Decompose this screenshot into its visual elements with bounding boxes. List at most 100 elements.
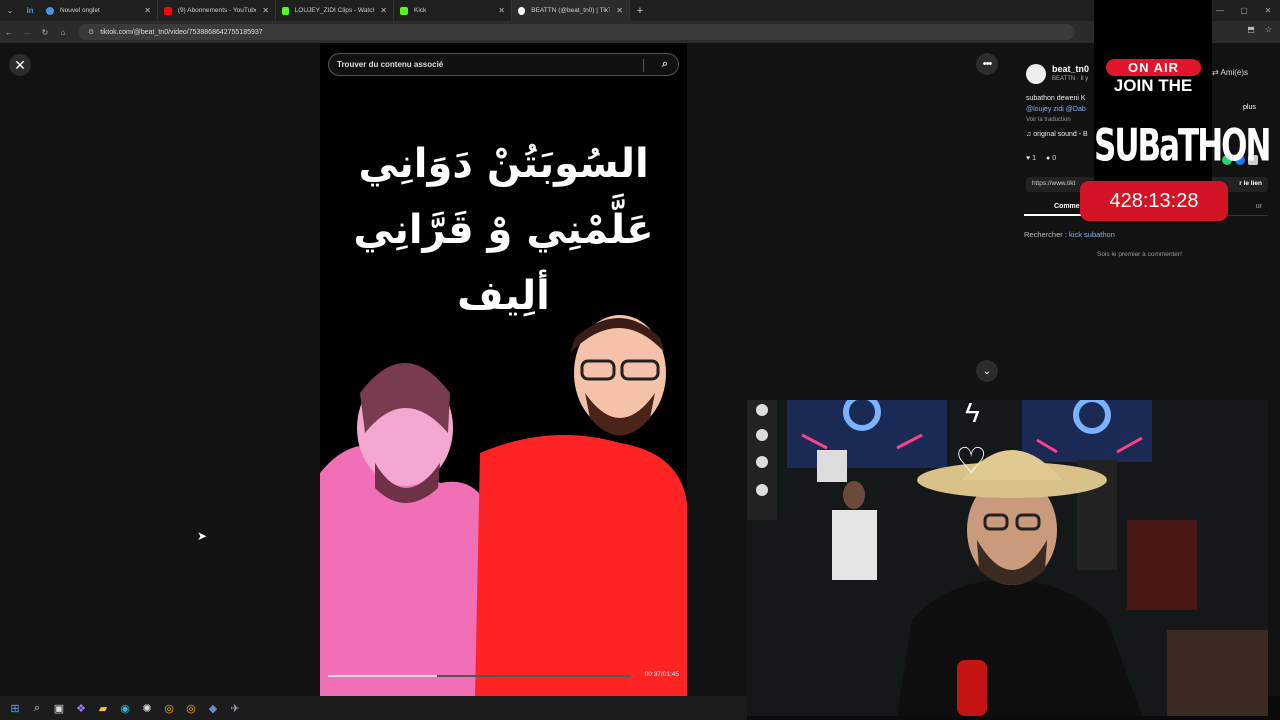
discord-icon[interactable]: ◆ (202, 697, 224, 719)
caption-line: عَلَّمْنِي وْ قَرَّانِي (353, 207, 654, 253)
sound-name[interactable]: original sound - B (1033, 131, 1087, 138)
search-icon[interactable]: ⌕ (26, 697, 48, 719)
video-time: 00:37/01:45 (644, 671, 679, 678)
avatar[interactable] (1026, 64, 1046, 84)
close-tab-icon[interactable]: ✕ (262, 6, 269, 15)
like-count: 1 (1032, 155, 1037, 162)
mouse-cursor-icon: ➤ (197, 529, 208, 543)
related-search: Rechercher : kick subathon (1024, 230, 1115, 239)
windows-start-icon[interactable]: ⊞ (4, 697, 26, 719)
webcam-overlay (747, 400, 1268, 716)
tab-title: (9) Abonnements - YouTube (177, 7, 257, 14)
music-note-icon: ♫ (1026, 131, 1032, 138)
chevron-down-icon: ⌄ (982, 365, 992, 377)
close-tab-icon[interactable]: ✕ (498, 6, 505, 15)
steam-icon[interactable]: ✈ (224, 697, 246, 719)
maximize-icon[interactable]: ▢ (1232, 0, 1256, 21)
tiktok-favicon-icon (518, 6, 526, 15)
browser-tab-1[interactable]: Nouvel onglet ✕ (40, 0, 158, 21)
close-icon: ✕ (14, 56, 26, 73)
install-app-icon[interactable]: ⬒ (1247, 25, 1255, 34)
tab-title: Nouvel onglet (60, 7, 100, 14)
tab-title: BEATTN (@beat_tn0) | TikTok (531, 7, 611, 14)
comment-count: 0 (1052, 155, 1057, 162)
chatgpt-icon[interactable]: ✺ (136, 697, 158, 719)
chrome-icon[interactable]: ◎ (158, 697, 180, 719)
video-frame-image (320, 315, 687, 696)
ellipsis-icon: ••• (982, 58, 993, 70)
browser-tab-3[interactable]: LOUJEY_ZIDI Clips - Watch Live ✕ (276, 0, 394, 21)
browser-tab-2[interactable]: (9) Abonnements - YouTube ✕ (158, 0, 276, 21)
heart-icon: ♥ (1026, 155, 1031, 162)
close-video-button[interactable]: ✕ (9, 54, 31, 76)
join-the-text: JOIN THE (1113, 76, 1193, 95)
close-window-icon[interactable]: ✕ (1256, 0, 1280, 21)
forward-icon[interactable]: → (18, 28, 36, 37)
tab-title: Kick (414, 7, 427, 14)
lightning-icon: ϟ (965, 397, 980, 428)
on-air-badge: ON AIR (1106, 59, 1201, 76)
tab-comments[interactable]: Comme (1054, 203, 1080, 210)
search-divider (643, 59, 644, 72)
video-caption-overlay: السُوبَتُنْ دَوَانِي عَلَّمْنِي وْ قَرَّ… (320, 131, 687, 329)
home-icon[interactable]: ⌂ (54, 28, 72, 37)
tab-creator-videos[interactable]: ur (1256, 203, 1262, 210)
window-controls: — ▢ ✕ (1208, 0, 1280, 21)
friends-label: Ami(e)s (1220, 68, 1249, 77)
tab-title: LOUJEY_ZIDI Clips - Watch Live (294, 7, 375, 14)
address-bar[interactable]: ⚙ tiktok.com/@beat_tn0/video/75388686427… (78, 24, 1075, 40)
post-username[interactable]: beat_tn0 (1052, 64, 1089, 74)
comment-button[interactable]: ● 0 (1046, 155, 1056, 162)
subathon-overlay: ON AIR JOIN THE SUBaTHON (1094, 0, 1271, 188)
webcam-image (747, 400, 1268, 716)
description-text: subathon deweni K (1026, 95, 1086, 102)
search-icon[interactable]: ⌕ (662, 58, 668, 71)
file-explorer-icon[interactable]: ▰ (92, 697, 114, 719)
browser-tab-5[interactable]: BEATTN (@beat_tn0) | TikTok ✕ (512, 0, 630, 21)
browser-tab-4[interactable]: Kick ✕ (394, 0, 512, 21)
bookmark-star-icon[interactable]: ☆ (1265, 25, 1272, 34)
site-info-icon[interactable]: ⚙ (88, 28, 94, 36)
close-tab-icon[interactable]: ✕ (380, 6, 387, 15)
caption-line: السُوبَتُنْ دَوَانِي (358, 141, 649, 187)
related-search-input[interactable]: Trouver du contenu associé ⌕ (328, 53, 679, 76)
next-video-button[interactable]: ⌄ (976, 360, 998, 382)
description-mentions[interactable]: @loujey zidi @Dab (1026, 104, 1088, 115)
youtube-favicon-icon (164, 6, 172, 15)
edge-icon[interactable]: ◉ (114, 697, 136, 719)
related-label: Rechercher : (1024, 230, 1067, 239)
caption-line: ألِيف (457, 273, 550, 319)
post-description: subathon deweni K @loujey zidi @Dab Voir… (1026, 93, 1088, 140)
new-tab-icon[interactable]: + (630, 5, 650, 17)
heart-icon: ♡ (955, 440, 988, 481)
related-keyword-link[interactable]: kick subathon (1069, 230, 1115, 239)
more-options-button[interactable]: ••• (976, 53, 998, 75)
video-progress-bar[interactable] (328, 675, 631, 677)
friends-button[interactable]: ⇄ Ami(e)s (1212, 68, 1248, 77)
task-view-icon[interactable]: ▣ (48, 697, 70, 719)
copy-link-button[interactable]: r le lien (1239, 180, 1262, 187)
no-comments-text: Sois le premier à commenter! (1097, 251, 1182, 258)
translate-link[interactable]: Voir la traduction (1026, 115, 1088, 126)
browser-toolbar: ← → ↻ ⌂ ⚙ tiktok.com/@beat_tn0/video/753… (0, 21, 1280, 43)
url-text: tiktok.com/@beat_tn0/video/7538868642755… (100, 28, 263, 36)
back-icon[interactable]: ← (0, 28, 18, 37)
reload-icon[interactable]: ↻ (36, 28, 54, 37)
copilot-icon[interactable]: ❖ (70, 697, 92, 719)
video-player[interactable]: Trouver du contenu associé ⌕ السُوبَتُنْ… (320, 43, 687, 696)
close-tab-icon[interactable]: ✕ (616, 6, 623, 15)
close-tab-icon[interactable]: ✕ (144, 6, 151, 15)
linkedin-icon[interactable]: in (20, 0, 40, 21)
chrome-favicon-icon (46, 6, 54, 15)
comment-icon: ● (1046, 155, 1051, 162)
link-text: https://www.tikt (1032, 180, 1076, 187)
browser-tab-strip: ⌄ in Nouvel onglet ✕ (9) Abonnements - Y… (0, 0, 1280, 21)
post-display-name: BEATTN · Il y (1052, 76, 1089, 82)
subathon-timer: 428:13:28 (1080, 181, 1228, 221)
more-description-link[interactable]: plus (1243, 104, 1256, 111)
chrome-icon[interactable]: ◎ (180, 697, 202, 719)
kick-favicon-icon (282, 6, 289, 15)
like-button[interactable]: ♥ 1 (1026, 155, 1036, 162)
search-placeholder: Trouver du contenu associé (337, 60, 444, 69)
tab-list-chevron-icon[interactable]: ⌄ (0, 0, 20, 21)
